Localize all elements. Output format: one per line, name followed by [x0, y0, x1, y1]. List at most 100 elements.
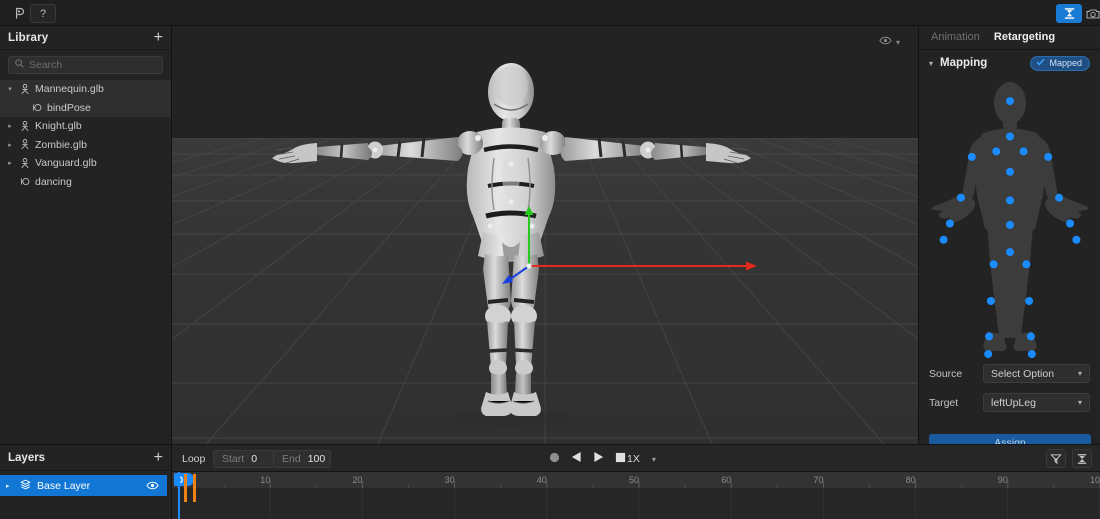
step-back-button[interactable]	[571, 451, 582, 463]
keyframe-marker[interactable]	[192, 474, 196, 502]
tab-animation[interactable]: Animation	[931, 31, 980, 45]
tab-retargeting[interactable]: Retargeting	[994, 31, 1055, 45]
library-item-vanguard-glb[interactable]: ▸ Vanguard.glb	[0, 154, 171, 173]
ruler-tick-label: 70	[813, 475, 823, 485]
chevron-right-icon[interactable]: ▸	[6, 141, 14, 149]
layer-row-base[interactable]: ▸ Base Layer	[0, 475, 167, 496]
joint-leftShoulder[interactable]	[992, 147, 1001, 156]
joint-leftUpLeg[interactable]	[989, 260, 998, 269]
library-add-button[interactable]: +	[154, 29, 163, 45]
end-field[interactable]: End 100	[273, 450, 331, 468]
joint-rightArm[interactable]	[1044, 152, 1053, 161]
joint-spine[interactable]	[1006, 220, 1014, 229]
layers-header: Layers +	[0, 445, 171, 471]
humanoid-silhouette[interactable]	[919, 76, 1100, 359]
timeline-tracks[interactable]	[172, 472, 1100, 519]
mapping-figure[interactable]	[919, 76, 1100, 359]
joint-leftFoot[interactable]	[985, 332, 994, 341]
joint-leftHand[interactable]	[945, 219, 954, 228]
fit-range-icon[interactable]	[1072, 449, 1092, 468]
source-value: Select Option	[991, 367, 1055, 380]
joint-rightHand[interactable]	[1066, 219, 1075, 228]
mannequin-model[interactable]	[172, 26, 918, 444]
filter-icon[interactable]	[1046, 449, 1066, 468]
start-value: 0	[251, 453, 258, 465]
chevron-down-icon[interactable]: ▾	[6, 85, 14, 93]
transport-controls	[549, 451, 626, 463]
joint-leftForeArm[interactable]	[956, 193, 965, 202]
joint-leftToe[interactable]	[984, 350, 993, 359]
chevron-right-icon[interactable]: ▸	[6, 159, 14, 167]
chevron-down-icon[interactable]: ▾	[896, 38, 900, 47]
layers-add-button[interactable]: +	[154, 449, 163, 465]
chevron-right-icon[interactable]: ▸	[6, 482, 14, 490]
library-item-zombie-glb[interactable]: ▸ Zombie.glb	[0, 136, 171, 155]
search-icon	[15, 59, 24, 71]
joint-rightFoot[interactable]	[1026, 332, 1035, 341]
joint-rightUpLeg[interactable]	[1022, 260, 1031, 269]
library-item-knight-glb[interactable]: ▸ Knight.glb	[0, 117, 171, 136]
record-button[interactable]	[549, 452, 560, 463]
layers-stack-icon	[20, 479, 31, 493]
joint-hips[interactable]	[1006, 248, 1014, 257]
search-input[interactable]	[29, 59, 156, 71]
joint-rightToe[interactable]	[1027, 350, 1036, 359]
retarget-icon[interactable]	[1056, 4, 1082, 23]
chevron-right-icon[interactable]: ▸	[6, 122, 14, 130]
help-icon[interactable]: ?	[30, 4, 56, 23]
play-button[interactable]	[593, 451, 604, 463]
end-value: 100	[307, 453, 326, 465]
target-select[interactable]: leftUpLeg ▾	[983, 393, 1090, 412]
ruler-tick-label: 40	[537, 475, 547, 485]
ruler-ticks: 10 20 30 40 50 60 70 80 90 100	[177, 475, 1100, 488]
joint-spine2[interactable]	[1006, 167, 1014, 176]
layers-title: Layers	[8, 451, 46, 464]
clip-icon	[31, 103, 42, 112]
joint-leftFingers[interactable]	[939, 235, 948, 244]
logo-icon[interactable]	[6, 4, 32, 23]
top-toolbar: ?	[0, 0, 1100, 26]
library-item-dancing[interactable]: ▸dancing	[0, 173, 171, 192]
status-badge-label: Mapped	[1049, 58, 1082, 68]
joint-rightLeg[interactable]	[1025, 297, 1034, 305]
library-title: Library	[8, 31, 49, 44]
library-header: Library +	[0, 26, 171, 50]
viewport-visibility-control[interactable]: ▾	[879, 36, 900, 48]
joint-leftArm[interactable]	[967, 152, 976, 161]
chevron-down-icon[interactable]: ▾	[929, 59, 933, 68]
eye-icon[interactable]	[879, 36, 892, 48]
chevron-down-icon[interactable]: ▾	[652, 455, 656, 464]
loop-label[interactable]: Loop	[182, 453, 205, 465]
joint-leftLeg[interactable]	[986, 297, 995, 305]
library-tree: ▾Mannequin.glb▸bindPose▸Knight.glb▸Zombi…	[0, 79, 171, 191]
joint-rightFingers[interactable]	[1072, 235, 1081, 244]
layer-visibility-icon[interactable]	[146, 481, 159, 490]
joint-neck[interactable]	[1006, 132, 1014, 141]
joint-rightShoulder[interactable]	[1019, 147, 1028, 156]
timeline-ruler[interactable]: 102030405060708090100 0	[172, 472, 1100, 488]
source-select[interactable]: Select Option ▾	[983, 364, 1090, 383]
library-item-bindpose[interactable]: ▸bindPose	[0, 98, 171, 117]
chevron-down-icon[interactable]: ▾	[1078, 398, 1082, 407]
joint-spine1[interactable]	[1006, 196, 1014, 205]
playback-speed-control[interactable]: 1X ▾	[627, 453, 656, 465]
start-field[interactable]: Start 0	[213, 450, 275, 468]
chevron-down-icon[interactable]: ▾	[1078, 369, 1082, 378]
mapping-title: Mapping	[940, 57, 988, 69]
stop-button[interactable]	[615, 452, 626, 463]
ruler-tick-label: 10	[260, 475, 270, 485]
keyframe-marker[interactable]	[183, 474, 187, 502]
joint-rightForeArm[interactable]	[1055, 193, 1064, 202]
library-item-mannequin-glb[interactable]: ▾ Mannequin.glb	[0, 80, 171, 99]
viewport-3d[interactable]: ▾	[172, 26, 918, 444]
ruler-tick-label: 80	[906, 475, 916, 485]
mapping-header[interactable]: ▾ Mapping Mapped	[919, 50, 1100, 76]
end-label: End	[282, 453, 301, 465]
timeline-right-icons	[1046, 449, 1092, 468]
status-badge: Mapped	[1030, 55, 1090, 71]
camera-icon[interactable]	[1080, 4, 1100, 23]
search-box[interactable]	[8, 56, 163, 74]
joint-head[interactable]	[1006, 97, 1014, 106]
track-gridlines	[177, 488, 1100, 519]
playhead-line	[178, 472, 180, 519]
